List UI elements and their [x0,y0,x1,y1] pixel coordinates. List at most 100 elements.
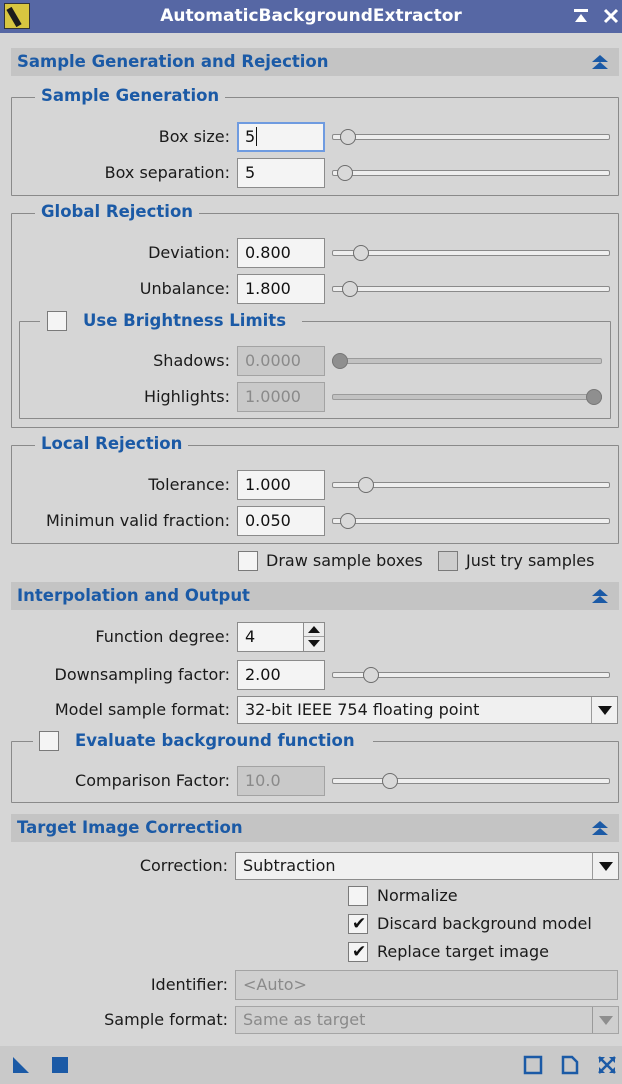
just-try-samples-checkbox[interactable] [438,551,458,571]
reset-icon[interactable] [523,1055,543,1075]
chevron-down-icon[interactable] [591,697,617,723]
slider-track[interactable] [332,394,602,400]
slider-track[interactable] [332,778,610,784]
function-degree-input[interactable]: 4 [237,622,304,652]
downsampling-input[interactable]: 2.00 [237,660,325,690]
comparison-factor-input[interactable]: 10.0 [237,766,325,796]
highlights-input[interactable]: 1.0000 [237,382,325,412]
deviation-label: Deviation: [148,243,230,262]
model-format-label: Model sample format: [54,700,230,719]
sample-format-label: Sample format: [104,1010,228,1029]
just-try-samples-label[interactable]: Just try samples [466,550,594,572]
min-valid-fraction-input[interactable]: 0.050 [237,506,325,536]
unbalance-slider[interactable] [332,281,610,297]
slider-thumb[interactable] [382,773,398,789]
spin-down-icon[interactable] [304,637,324,651]
slider-thumb[interactable] [342,281,358,297]
tolerance-input[interactable]: 1.000 [237,470,325,500]
comparison-factor-slider[interactable] [332,773,610,789]
close-icon[interactable] [601,6,621,26]
highlights-label: Highlights: [144,387,230,406]
correction-select[interactable]: Subtraction [235,852,619,880]
shadows-label: Shadows: [153,351,230,370]
model-format-select[interactable]: 32-bit IEEE 754 floating point [237,696,618,724]
box-separation-slider[interactable] [332,165,610,181]
function-degree-spinner[interactable] [303,622,325,652]
chevron-down-icon[interactable] [592,853,618,879]
normalize-label[interactable]: Normalize [377,885,458,907]
draw-sample-boxes-checkbox[interactable] [238,551,258,571]
slider-track[interactable] [332,518,610,524]
evaluate-bg-label[interactable]: Evaluate background function [69,731,361,751]
slider-track[interactable] [332,134,610,140]
slider-thumb[interactable] [353,245,369,261]
collapse-up-icon[interactable] [591,820,609,836]
global-rejection-title: Global Rejection [35,202,200,222]
discard-bg-model-checkbox[interactable]: ✔ [348,914,368,934]
deviation-slider[interactable] [332,245,610,261]
checkmark-icon: ✔ [352,914,367,934]
box-size-label: Box size: [158,127,230,146]
tolerance-slider[interactable] [332,477,610,493]
highlights-slider[interactable] [332,389,602,405]
function-degree-label: Function degree: [95,627,230,646]
slider-track[interactable] [332,358,602,364]
window-title: AutomaticBackgroundExtractor [160,6,462,26]
slider-track[interactable] [332,286,610,292]
title-bar[interactable]: AutomaticBackgroundExtractor [0,0,622,33]
use-brightness-limits-checkbox[interactable] [47,311,67,331]
use-brightness-limits-label[interactable]: Use Brightness Limits [77,311,293,331]
normalize-checkbox[interactable] [348,886,368,906]
replace-target-checkbox[interactable]: ✔ [348,942,368,962]
section-title: Sample Generation and Rejection [17,52,329,71]
model-format-value: 32-bit IEEE 754 floating point [245,700,480,719]
comparison-factor-label: Comparison Factor: [75,771,230,790]
expand-arrows-icon[interactable] [597,1055,617,1075]
shadows-slider[interactable] [332,353,602,369]
draw-sample-boxes-label[interactable]: Draw sample boxes [266,550,423,572]
correction-label: Correction: [139,856,228,875]
slider-thumb[interactable] [340,513,356,529]
evaluate-bg-checkbox[interactable] [39,731,59,751]
section-sample-gen-rejection[interactable]: Sample Generation and Rejection [11,48,619,76]
box-size-slider[interactable] [332,129,610,145]
slider-thumb[interactable] [337,165,353,181]
pin-icon[interactable] [571,6,591,26]
deviation-input[interactable]: 0.800 [237,238,325,268]
slider-thumb[interactable] [358,477,374,493]
sample-format-select[interactable]: Same as target [235,1006,619,1034]
box-size-input[interactable]: 5 [237,122,325,152]
unbalance-label: Unbalance: [139,279,230,298]
min-valid-fraction-slider[interactable] [332,513,610,529]
replace-target-label[interactable]: Replace target image [377,941,549,963]
min-valid-fraction-label: Minimun valid fraction: [45,511,230,530]
unbalance-input[interactable]: 1.800 [237,274,325,304]
correction-value: Subtraction [243,856,336,875]
bottom-toolbar [0,1046,622,1084]
slider-thumb[interactable] [363,667,379,683]
slider-track[interactable] [332,250,610,256]
chevron-down-icon[interactable] [592,1007,618,1033]
slider-thumb[interactable] [340,129,356,145]
section-interpolation-output[interactable]: Interpolation and Output [11,582,619,610]
downsampling-slider[interactable] [332,667,610,683]
checkmark-icon: ✔ [352,942,367,962]
discard-bg-model-label[interactable]: Discard background model [377,913,592,935]
local-rejection-title: Local Rejection [35,434,189,454]
sample-generation-title: Sample Generation [35,86,226,106]
tolerance-label: Tolerance: [148,475,230,494]
collapse-up-icon[interactable] [591,588,609,604]
document-icon[interactable] [560,1055,580,1075]
collapse-up-icon[interactable] [591,54,609,70]
section-target-image-correction[interactable]: Target Image Correction [11,814,619,842]
spin-up-icon[interactable] [304,623,324,637]
slider-track[interactable] [332,170,610,176]
apply-global-square-icon[interactable] [50,1055,70,1075]
shadows-input[interactable]: 0.0000 [237,346,325,376]
downsampling-label: Downsampling factor: [54,665,230,684]
slider-thumb[interactable] [332,353,348,369]
identifier-input[interactable]: <Auto> [235,970,618,1000]
box-separation-input[interactable]: 5 [237,158,325,188]
slider-thumb[interactable] [586,389,602,405]
new-instance-triangle-icon[interactable] [11,1055,31,1075]
